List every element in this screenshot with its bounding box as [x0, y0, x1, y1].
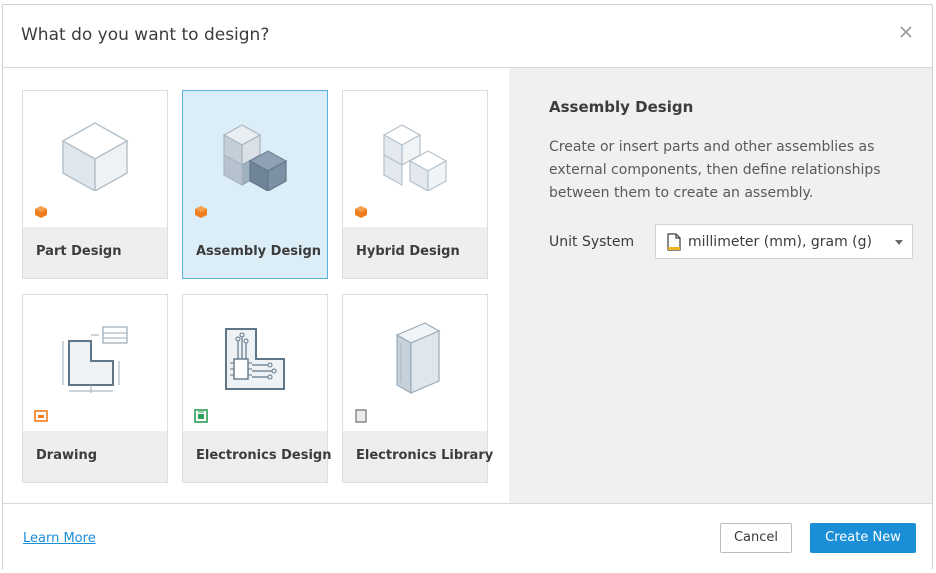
card-assembly-design[interactable]: Assembly Design	[182, 90, 328, 279]
card-label: Hybrid Design	[356, 244, 460, 259]
card-art	[23, 295, 167, 433]
card-part-design[interactable]: Part Design	[22, 90, 168, 279]
card-label-area: Drawing	[23, 431, 167, 482]
card-art	[183, 295, 327, 433]
part-badge-icon	[35, 206, 47, 218]
document-icon	[667, 233, 681, 251]
hybrid-badge-icon	[355, 206, 367, 218]
electronics-badge-icon	[194, 409, 208, 423]
card-label: Electronics Library	[356, 448, 494, 463]
dialog-header: What do you want to design?	[3, 5, 932, 68]
unit-system-label: Unit System	[549, 234, 635, 250]
card-art	[23, 91, 167, 229]
cube-icon	[61, 122, 129, 191]
dialog-body: Part Design Assembly Design Hybrid Desig…	[3, 68, 932, 503]
assembly-badge-icon	[195, 206, 207, 218]
drawing-icon	[62, 326, 128, 393]
dialog-footer: Learn More Cancel Create New	[3, 503, 932, 571]
card-label: Part Design	[36, 244, 122, 259]
card-hybrid-design[interactable]: Hybrid Design	[342, 90, 488, 279]
design-type-grid: Part Design Assembly Design Hybrid Desig…	[3, 68, 509, 503]
card-art	[343, 91, 487, 229]
card-label-area: Part Design	[23, 227, 167, 278]
circuit-board-icon	[225, 328, 285, 390]
detail-panel: Assembly Design Create or insert parts a…	[509, 68, 932, 503]
card-label: Drawing	[36, 448, 98, 463]
detail-title: Assembly Design	[549, 98, 694, 116]
card-art	[183, 91, 327, 229]
book-icon	[395, 322, 441, 395]
create-new-button[interactable]: Create New	[810, 523, 916, 553]
unit-system-value: millimeter (mm), gram (g)	[688, 234, 872, 250]
card-electronics-design[interactable]: Electronics Design	[182, 294, 331, 483]
design-dialog: What do you want to design? Part Design …	[2, 4, 933, 571]
card-art	[343, 295, 487, 433]
dialog-title: What do you want to design?	[21, 25, 270, 45]
card-label-area: Electronics Library	[343, 431, 493, 482]
unit-system-select[interactable]: millimeter (mm), gram (g)	[655, 224, 913, 259]
card-label-area: Hybrid Design	[343, 227, 487, 278]
card-label-area: Electronics Design	[183, 431, 331, 482]
chevron-down-icon	[895, 240, 903, 245]
card-label: Electronics Design	[196, 448, 332, 463]
card-drawing[interactable]: Drawing	[22, 294, 168, 483]
drawing-badge-icon	[34, 410, 48, 422]
assembly-icon	[222, 124, 288, 191]
card-electronics-library[interactable]: Electronics Library	[342, 294, 493, 483]
card-label: Assembly Design	[196, 244, 322, 259]
cancel-button[interactable]: Cancel	[720, 523, 792, 553]
detail-description: Create or insert parts and other assembl…	[549, 139, 881, 201]
card-label-area: Assembly Design	[183, 227, 327, 278]
learn-more-link[interactable]: Learn More	[23, 531, 96, 546]
hybrid-icon	[382, 124, 448, 191]
library-badge-icon	[355, 409, 367, 423]
close-icon[interactable]	[898, 24, 914, 40]
